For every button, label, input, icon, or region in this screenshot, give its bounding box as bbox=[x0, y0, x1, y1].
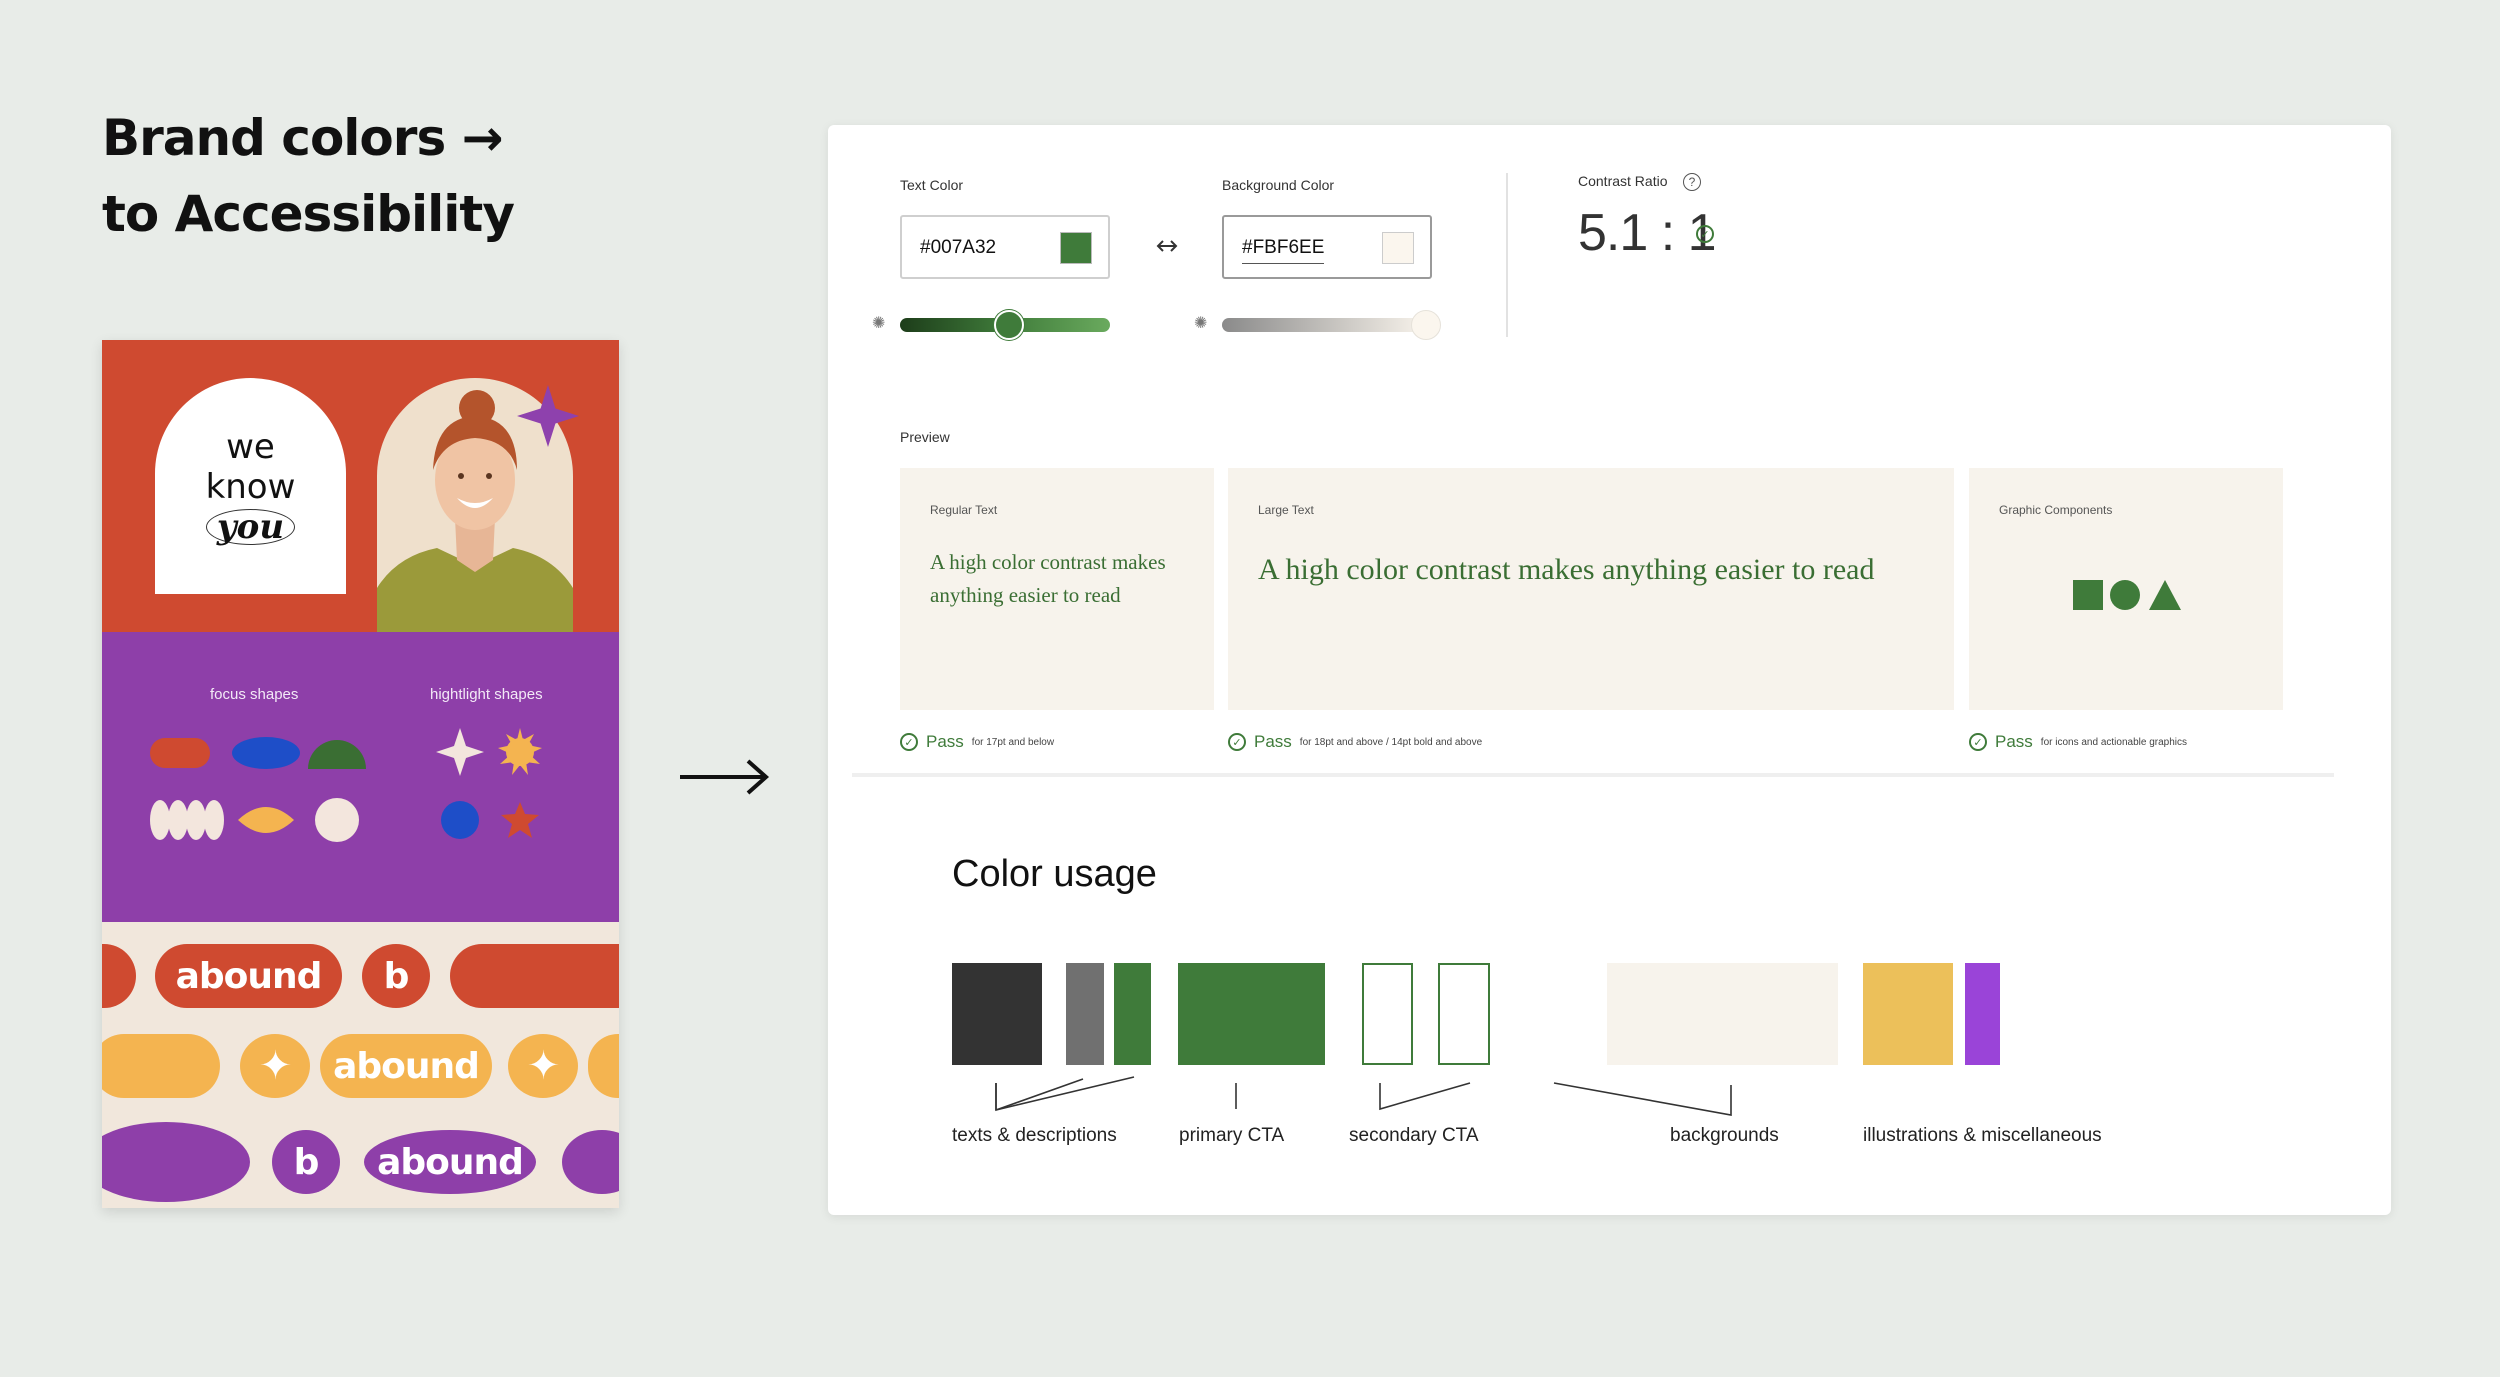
regular-text-card-title: Regular Text bbox=[930, 503, 998, 517]
regular-text-sample: A high color contrast makes anything eas… bbox=[930, 550, 1166, 607]
poster-word-know: know bbox=[205, 467, 296, 507]
text-color-slider-knob[interactable] bbox=[994, 310, 1025, 340]
purple-oval-edge bbox=[562, 1130, 619, 1194]
poster-top-section: we know you bbox=[102, 340, 619, 632]
graphic-components-card-title: Graphic Components bbox=[1999, 503, 2113, 517]
b-red-circle: b bbox=[362, 944, 430, 1008]
background-color-label: Background Color bbox=[1222, 177, 1335, 193]
text-color-field[interactable]: #007A32 bbox=[900, 215, 1110, 279]
graphic-components-pass: ✓ Pass for icons and actionable graphics bbox=[1969, 732, 2187, 752]
purple-oval bbox=[102, 1122, 250, 1202]
yellow-sparkle-circle: ✦ bbox=[240, 1034, 310, 1098]
background-color-field[interactable]: #FBF6EE bbox=[1222, 215, 1432, 279]
usage-label-illustrations: illustrations & miscellaneous bbox=[1863, 1125, 2102, 1146]
text-color-swatch[interactable] bbox=[1060, 232, 1092, 264]
outline-green-swatch bbox=[1362, 963, 1413, 1065]
wavy-blob-shape bbox=[150, 800, 224, 840]
abound-yellow-pill: abound bbox=[320, 1034, 492, 1098]
brightness-icon: ✺ bbox=[872, 315, 886, 332]
contrast-ratio-value: 5.1 : 1 bbox=[1578, 204, 1717, 262]
cream-background-swatch bbox=[1607, 963, 1838, 1065]
headline-line-1: Brand colors → bbox=[102, 109, 504, 167]
text-color-label: Text Color bbox=[900, 177, 964, 193]
background-color-swatch[interactable] bbox=[1382, 232, 1414, 264]
check-circle-icon: ✓ bbox=[900, 733, 918, 751]
swap-arrows-icon[interactable] bbox=[1155, 235, 1179, 257]
poster-word-you: you bbox=[205, 509, 296, 545]
blue-dot-shape bbox=[441, 801, 479, 839]
color-usage-title: Color usage bbox=[952, 853, 1157, 895]
background-color-value[interactable]: #FBF6EE bbox=[1242, 237, 1325, 264]
scalloped-circle-shape bbox=[315, 798, 359, 842]
b-purple-circle: b bbox=[272, 1130, 340, 1194]
white-sparkle-shape bbox=[436, 728, 484, 776]
green-half-circle-shape bbox=[308, 740, 366, 769]
check-circle-icon: ✓ bbox=[1969, 733, 1987, 751]
check-circle-icon: ✓ bbox=[1228, 733, 1246, 751]
brightness-icon-2: ✺ bbox=[1194, 315, 1208, 332]
red-pill-right bbox=[450, 944, 619, 1008]
background-color-brightness-slider[interactable] bbox=[1222, 318, 1432, 332]
red-pill-shape bbox=[150, 738, 210, 768]
regular-text-card: Regular Text A high color contrast makes… bbox=[900, 468, 1214, 710]
large-text-sample: A high color contrast makes anything eas… bbox=[1258, 553, 1875, 586]
red-pill-edge bbox=[102, 944, 136, 1008]
yellow-pill-edge bbox=[588, 1034, 619, 1098]
background-slider-knob[interactable] bbox=[1410, 310, 1441, 340]
pass-note: for 18pt and above / 14pt bold and above bbox=[1299, 736, 1483, 748]
yellow-sparkle-circle-2: ✦ bbox=[508, 1034, 578, 1098]
right-arrow-icon bbox=[680, 759, 770, 795]
outline-green-swatch-2 bbox=[1438, 963, 1490, 1065]
green-text-swatch bbox=[1114, 963, 1151, 1065]
contrast-checker-panel: Text Color #007A32 Background Color #FBF… bbox=[828, 125, 2391, 1215]
headline: Brand colors → to Accessibility bbox=[102, 100, 515, 252]
abound-purple-pill: abound bbox=[364, 1130, 536, 1194]
dark-grey-swatch bbox=[952, 963, 1042, 1065]
graphic-components-card: Graphic Components bbox=[1969, 468, 2283, 710]
yellow-wavy-pill bbox=[102, 1034, 220, 1098]
large-text-pass: ✓ Pass for 18pt and above / 14pt bold an… bbox=[1228, 732, 1482, 752]
text-color-value[interactable]: #007A32 bbox=[920, 237, 996, 259]
gold-swatch bbox=[1863, 963, 1953, 1065]
large-text-card-title: Large Text bbox=[1258, 503, 1314, 517]
violet-swatch bbox=[1965, 963, 2000, 1065]
abound-red-pill: abound bbox=[155, 944, 342, 1008]
poster-word-we: we bbox=[226, 427, 275, 467]
red-star-shape bbox=[501, 802, 539, 838]
pass-label: Pass bbox=[926, 732, 964, 751]
square-circle-triangle-icon bbox=[2073, 580, 2181, 610]
primary-green-swatch bbox=[1178, 963, 1325, 1065]
shapes-section: focus shapes hightlight shapes bbox=[102, 632, 619, 922]
large-text-card: Large Text A high color contrast makes a… bbox=[1228, 468, 1954, 710]
pass-label: Pass bbox=[1995, 732, 2033, 751]
pass-note: for icons and actionable graphics bbox=[2040, 736, 2187, 748]
usage-label-backgrounds: backgrounds bbox=[1670, 1125, 1779, 1146]
grey-swatch bbox=[1066, 963, 1104, 1065]
section-divider bbox=[852, 773, 2334, 777]
vertical-divider bbox=[1506, 173, 1508, 337]
pass-check-icon: ✓ bbox=[1696, 225, 1714, 243]
shape-samples bbox=[150, 728, 542, 842]
yellow-lens-shape bbox=[238, 807, 294, 833]
preview-label: Preview bbox=[900, 429, 950, 445]
pass-label: Pass bbox=[1254, 732, 1292, 751]
regular-text-pass: ✓ Pass for 17pt and below bbox=[900, 732, 1054, 752]
brand-poster: we know you focus shapes hightlight shap… bbox=[102, 340, 619, 1208]
usage-label-primary-cta: primary CTA bbox=[1179, 1125, 1285, 1146]
headline-line-2: to Accessibility bbox=[102, 185, 515, 243]
we-know-you-arch: we know you bbox=[155, 378, 346, 594]
brand-pattern-section: abound b ✦ abound ✦ b abound bbox=[102, 922, 619, 1208]
question-icon[interactable]: ? bbox=[1683, 173, 1701, 191]
contrast-ratio-label: Contrast Ratio bbox=[1578, 173, 1668, 189]
pass-note: for 17pt and below bbox=[971, 736, 1055, 748]
usage-label-secondary-cta: secondary CTA bbox=[1349, 1125, 1479, 1146]
usage-label-texts: texts & descriptions bbox=[952, 1125, 1117, 1146]
blue-oval-shape bbox=[232, 737, 300, 769]
